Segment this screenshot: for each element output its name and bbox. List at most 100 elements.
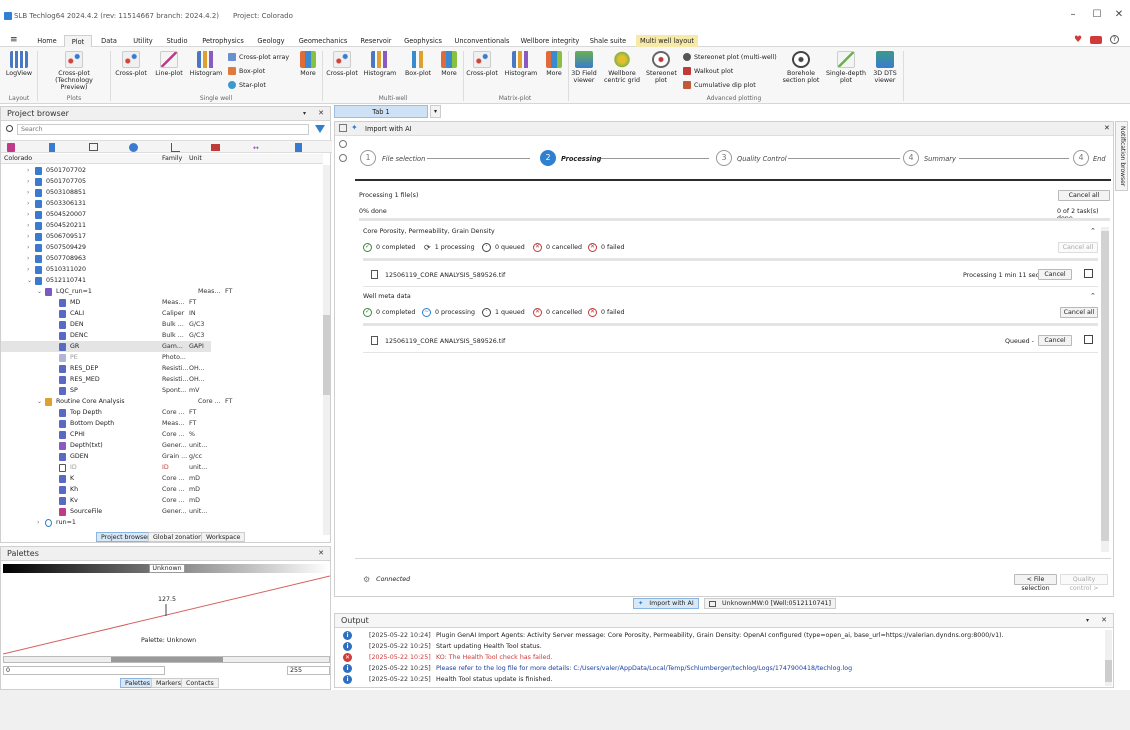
output-scrollbar[interactable]: [1105, 630, 1112, 686]
tab-contacts[interactable]: Contacts: [181, 678, 219, 688]
step-1-circle[interactable]: 1: [360, 150, 376, 166]
tree-row-well[interactable]: › 0510311020: [27, 264, 86, 275]
collapse-icon[interactable]: ⌃: [1090, 227, 1096, 235]
notification-browser-tab[interactable]: Notification browser: [1115, 121, 1128, 191]
tab-petrophysics[interactable]: Petrophysics: [200, 35, 246, 47]
mw-histogram-button[interactable]: Histogram: [362, 51, 398, 77]
starplot-button[interactable]: Star-plot: [228, 81, 266, 89]
tab-multi-well-layout[interactable]: Multi well layout: [636, 35, 698, 47]
palette-range-slider[interactable]: [3, 656, 330, 663]
tree-row-dataset[interactable]: ⌄ LQC_run=1 Meas... FT: [37, 286, 323, 297]
palette-dropdown[interactable]: Unknown: [149, 564, 185, 573]
palette-min-field[interactable]: 0: [3, 666, 165, 675]
tab-import-with-ai[interactable]: ✦ Import with AI: [633, 598, 699, 609]
panel-menu-icon[interactable]: ▾: [1086, 617, 1089, 625]
tree-row-variable[interactable]: RES_MED Resisti... OH...: [1, 374, 323, 385]
open-external-icon[interactable]: [1084, 335, 1093, 344]
mw-boxplot-button[interactable]: Box-plot: [402, 51, 434, 77]
tree-row-dataset[interactable]: ⌄ Routine Core Analysis Core ... FT: [37, 396, 323, 407]
file-cancel-button[interactable]: Cancel: [1038, 335, 1072, 346]
tab-geomechanics[interactable]: Geomechanics: [297, 35, 349, 47]
histogram-button[interactable]: Histogram: [189, 51, 223, 77]
step-5-circle[interactable]: 4: [1073, 150, 1089, 166]
log-text[interactable]: Please refer to the log file for more de…: [436, 665, 852, 672]
tree-row-well[interactable]: ⌄ 0512110741: [27, 275, 86, 286]
tab-palettes[interactable]: Palettes: [120, 678, 156, 688]
tab-global-zonation[interactable]: Global zonation: [148, 532, 208, 542]
tree-row-variable[interactable]: DEN Bulk ... G/C3: [1, 319, 323, 330]
lineplot-button[interactable]: Line-plot: [152, 51, 186, 77]
tab-shale-suite[interactable]: Shale suite: [588, 35, 628, 47]
tab-studio[interactable]: Studio: [163, 35, 191, 47]
section-cancel-all-button[interactable]: Cancel all: [1058, 242, 1098, 253]
file-cancel-button[interactable]: Cancel: [1038, 269, 1072, 280]
wellbore-grid-button[interactable]: Wellbore centric grid: [602, 51, 642, 84]
open-external-icon[interactable]: [1084, 269, 1093, 278]
cancel-all-button[interactable]: Cancel all: [1058, 190, 1110, 201]
log-text[interactable]: KO: The Health Tool check has failed.: [436, 654, 552, 661]
minimize-button[interactable]: –: [1066, 8, 1080, 22]
dts-viewer-button[interactable]: 3D DTS viewer: [870, 51, 900, 84]
mw-crossplot-button[interactable]: Cross-plot: [325, 51, 359, 77]
task-scrollbar[interactable]: [1101, 227, 1109, 552]
single-depth-button[interactable]: Single-depth plot: [826, 51, 866, 84]
tree-row-well[interactable]: › 0501707702: [27, 165, 86, 176]
tree-row-variable[interactable]: MD Meas... FT: [1, 297, 323, 308]
tree-row-variable[interactable]: RES_DEP Resisti... OH...: [1, 363, 323, 374]
help-icon[interactable]: ?: [1110, 35, 1119, 44]
filter-icon[interactable]: [315, 125, 325, 133]
crossplot-preview-button[interactable]: Cross-plot (Technology Preview): [42, 51, 106, 91]
heart-icon[interactable]: ♥: [1074, 35, 1082, 45]
tree-row-well[interactable]: › 0506709517: [27, 231, 86, 242]
tree-row-variable[interactable]: Depth(txt) Gener... unit...: [1, 440, 323, 451]
panel-close-icon[interactable]: ✕: [318, 109, 324, 117]
tree-row-well[interactable]: › 0503108851: [27, 187, 86, 198]
tree-row-variable[interactable]: GDEN Grain ... g/cc: [1, 451, 323, 462]
tab-unconventionals[interactable]: Unconventionals: [452, 35, 512, 47]
collapse-icon[interactable]: ⌃: [1090, 292, 1096, 300]
globe-icon[interactable]: [129, 143, 138, 152]
tab-utility[interactable]: Utility: [128, 35, 158, 47]
menu-icon[interactable]: ≡: [10, 36, 18, 45]
doc-tab[interactable]: Tab 1: [334, 105, 428, 118]
section-cancel-all-button[interactable]: Cancel all: [1060, 307, 1098, 318]
tree-row-well[interactable]: › 0503306131: [27, 198, 86, 209]
tree-row-well[interactable]: › 0507708963: [27, 253, 86, 264]
tab-plot[interactable]: Plot: [64, 35, 92, 47]
tree-row-variable[interactable]: Kh Core ... mD: [1, 484, 323, 495]
tree-row-variable[interactable]: CPHI Core ...%: [1, 429, 323, 440]
cumulative-button[interactable]: Cumulative dip plot: [683, 81, 756, 89]
tree-row-variable[interactable]: CALI Caliper IN: [1, 308, 323, 319]
tree-row-well[interactable]: › 0507509429: [27, 242, 86, 253]
search-input[interactable]: [17, 124, 309, 135]
maximize-button[interactable]: ☐: [1090, 8, 1104, 22]
tree-row-variable[interactable]: Bottom Depth Meas... FT: [1, 418, 323, 429]
chart-icon[interactable]: [171, 143, 180, 152]
log-text[interactable]: Start updating Health Tool status.: [436, 643, 542, 650]
panel-close-icon[interactable]: ✕: [1101, 616, 1107, 624]
col-name[interactable]: Colorado: [4, 154, 32, 164]
zone-icon[interactable]: [211, 144, 220, 151]
next-step-button[interactable]: Quality control >: [1060, 574, 1108, 592]
tab-home[interactable]: Home: [34, 35, 60, 47]
step-2-circle[interactable]: 2: [540, 150, 556, 166]
previous-step-button[interactable]: < File selection: [1014, 574, 1057, 592]
borehole-button[interactable]: Borehole section plot: [780, 51, 822, 84]
mw-more-button[interactable]: More: [437, 51, 461, 77]
tree-row-variable-selected[interactable]: GR Gam... GAPI: [1, 341, 211, 352]
tree-row-variable[interactable]: Top Depth Core ... FT: [1, 407, 323, 418]
logview-button[interactable]: LogView: [4, 51, 34, 77]
mx-more-button[interactable]: More: [542, 51, 566, 77]
tree-row-well[interactable]: › 0501707705: [27, 176, 86, 187]
link-icon[interactable]: ↔: [253, 144, 259, 152]
notification-icon[interactable]: [1090, 36, 1102, 44]
tree-row-dataset[interactable]: › run=1: [37, 517, 76, 528]
import-close-icon[interactable]: ✕: [1104, 124, 1110, 132]
mx-histogram-button[interactable]: Histogram: [503, 51, 539, 77]
log-text[interactable]: Plugin GenAI Import Agents: Activity Ser…: [436, 632, 1004, 639]
stereonet-multi-button[interactable]: Stereonet plot (multi-well): [683, 53, 777, 61]
tree-row-variable[interactable]: K Core ... mD: [1, 473, 323, 484]
well-icon[interactable]: [7, 143, 15, 152]
panel-menu-icon[interactable]: ▾: [303, 110, 306, 118]
step-3-circle[interactable]: 3: [716, 150, 732, 166]
